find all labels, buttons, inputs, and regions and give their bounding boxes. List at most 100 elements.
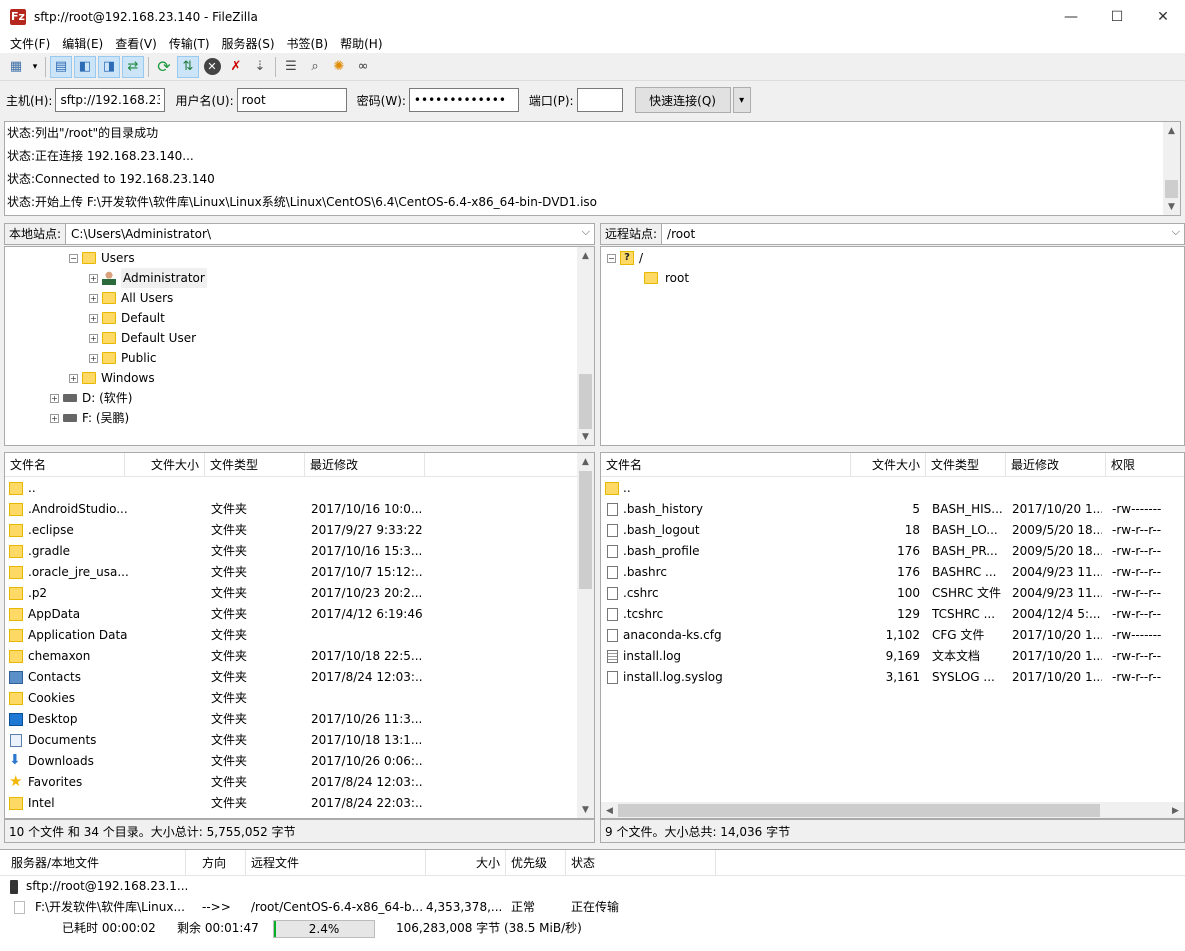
scrollbar-thumb[interactable]: [1165, 180, 1178, 198]
column-header-permissions[interactable]: 权限: [1106, 453, 1184, 477]
column-header-modified[interactable]: 最近修改: [305, 453, 425, 477]
column-header-type[interactable]: 文件类型: [205, 453, 305, 477]
search-icon[interactable]: ∞: [352, 56, 374, 78]
tree-node[interactable]: + All Users: [89, 288, 173, 308]
column-header-status[interactable]: 状态: [566, 850, 716, 876]
file-row[interactable]: ..: [601, 478, 1184, 499]
cancel-icon[interactable]: ✕: [201, 56, 223, 78]
menu-transfer[interactable]: 传输(T): [163, 35, 216, 52]
expand-icon[interactable]: +: [89, 333, 98, 343]
file-row[interactable]: Cookies 文件夹: [5, 688, 594, 709]
column-header-size[interactable]: 文件大小: [125, 453, 205, 477]
reconnect-icon[interactable]: ⇣: [249, 56, 271, 78]
file-row[interactable]: .bashrc 176 BASHRC ... 2004/9/23 11... -rw-r…: [601, 562, 1184, 583]
menu-file[interactable]: 文件(F): [4, 35, 56, 52]
menu-server[interactable]: 服务器(S): [216, 35, 281, 52]
scroll-left-icon[interactable]: ◀: [601, 802, 618, 818]
file-row[interactable]: .eclipse 文件夹 2017/9/27 9:33:22: [5, 520, 594, 541]
column-header-priority[interactable]: 优先级: [506, 850, 566, 876]
log-scrollbar[interactable]: ▲ ▼: [1163, 122, 1180, 215]
site-manager-icon[interactable]: ▦: [5, 56, 27, 78]
scroll-up-icon[interactable]: ▲: [577, 247, 594, 264]
menu-edit[interactable]: 编辑(E): [56, 35, 109, 52]
scroll-down-icon[interactable]: ▼: [577, 428, 594, 445]
scroll-right-icon[interactable]: ▶: [1167, 802, 1184, 818]
toggle-queue-icon[interactable]: ⇄: [122, 55, 144, 78]
file-row[interactable]: .bash_logout 18 BASH_LO... 2009/5/20 18... -…: [601, 520, 1184, 541]
scrollbar-thumb[interactable]: [579, 471, 592, 589]
port-input[interactable]: [576, 88, 623, 112]
expand-icon[interactable]: +: [89, 273, 98, 283]
file-row[interactable]: .cshrc 100 CSHRC 文件 2004/9/23 11... -rw-r--r…: [601, 583, 1184, 604]
file-row[interactable]: .p2 文件夹 2017/10/23 20:2...: [5, 583, 594, 604]
queue-server-row[interactable]: sftp://root@192.168.23.1...: [10, 876, 188, 897]
queue-file-row[interactable]: F:\开发软件\软件库\Linux... -->> /root/CentOS-6…: [0, 897, 1185, 918]
column-header-direction[interactable]: 方向: [186, 850, 246, 876]
host-input[interactable]: [55, 88, 166, 112]
password-input[interactable]: [408, 88, 519, 112]
collapse-icon[interactable]: −: [69, 253, 78, 263]
menu-help[interactable]: 帮助(H): [334, 35, 388, 52]
column-header-modified[interactable]: 最近修改: [1006, 453, 1106, 477]
file-row[interactable]: .bash_profile 176 BASH_PR... 2009/5/20 18..…: [601, 541, 1184, 562]
file-row[interactable]: Contacts 文件夹 2017/8/24 12:03:...: [5, 667, 594, 688]
file-row[interactable]: Application Data 文件夹: [5, 625, 594, 646]
chevron-down-icon[interactable]: ⌵: [1172, 225, 1180, 239]
chevron-down-icon[interactable]: ⌵: [582, 225, 590, 239]
column-header-name[interactable]: 文件名: [5, 453, 125, 477]
file-row[interactable]: anaconda-ks.cfg 1,102 CFG 文件 2017/10/20 1..…: [601, 625, 1184, 646]
minimize-button[interactable]: —: [1048, 0, 1094, 33]
column-header-name[interactable]: 文件名: [601, 453, 851, 477]
expand-icon[interactable]: +: [50, 393, 59, 403]
tree-node[interactable]: + Public: [89, 348, 157, 368]
maximize-button[interactable]: ☐: [1094, 0, 1140, 33]
dropdown-arrow-icon[interactable]: ▾: [29, 56, 41, 78]
column-header-type[interactable]: 文件类型: [926, 453, 1006, 477]
tree-node[interactable]: + Default: [89, 308, 165, 328]
file-row[interactable]: .oracle_jre_usa... 文件夹 2017/10/7 15:12:...: [5, 562, 594, 583]
menu-view[interactable]: 查看(V): [109, 35, 163, 52]
collapse-icon[interactable]: −: [607, 253, 616, 263]
local-list-scrollbar[interactable]: ▲ ▼: [577, 453, 594, 818]
scrollbar-thumb[interactable]: [618, 804, 1100, 817]
process-queue-icon[interactable]: ⇅: [177, 55, 199, 78]
scrollbar-thumb[interactable]: [579, 374, 592, 429]
tree-node[interactable]: + Default User: [89, 328, 196, 348]
file-row[interactable]: Intel 文件夹 2017/8/24 22:03:...: [5, 793, 594, 814]
expand-icon[interactable]: +: [89, 353, 98, 363]
expand-icon[interactable]: +: [69, 373, 78, 383]
file-row[interactable]: install.log.syslog 3,161 SYSLOG ... 2017/10…: [601, 667, 1184, 688]
tree-node[interactable]: + D: (软件): [50, 388, 132, 408]
refresh-icon[interactable]: ⟳: [153, 56, 175, 78]
toggle-remote-tree-icon[interactable]: ◨: [98, 55, 120, 78]
sync-browse-icon[interactable]: ✺: [328, 56, 350, 78]
scroll-down-icon[interactable]: ▼: [1163, 198, 1180, 215]
file-row[interactable]: .AndroidStudio... 文件夹 2017/10/16 10:0...: [5, 499, 594, 520]
close-button[interactable]: ✕: [1140, 0, 1185, 33]
local-tree-scrollbar[interactable]: ▲ ▼: [577, 247, 594, 445]
column-header-size[interactable]: 大小: [426, 850, 506, 876]
expand-icon[interactable]: +: [50, 413, 59, 423]
column-header-server[interactable]: 服务器/本地文件: [6, 850, 186, 876]
file-row[interactable]: .tcshrc 129 TCSHRC ... 2004/12/4 5:... -rw-r…: [601, 604, 1184, 625]
column-header-size[interactable]: 文件大小: [851, 453, 926, 477]
username-input[interactable]: [236, 88, 347, 112]
scroll-down-icon[interactable]: ▼: [577, 801, 594, 818]
file-row[interactable]: Documents 文件夹 2017/10/18 13:1...: [5, 730, 594, 751]
scroll-up-icon[interactable]: ▲: [1163, 122, 1180, 139]
expand-icon[interactable]: +: [89, 293, 98, 303]
file-row[interactable]: .bash_history 5 BASH_HIS... 2017/10/20 1...…: [601, 499, 1184, 520]
file-row[interactable]: .gradle 文件夹 2017/10/16 15:3...: [5, 541, 594, 562]
quickconnect-button[interactable]: 快速连接(Q): [634, 87, 731, 113]
compare-icon[interactable]: ⌕: [304, 56, 326, 78]
file-row[interactable]: Desktop 文件夹 2017/10/26 11:3...: [5, 709, 594, 730]
tree-node[interactable]: + F: (吴鹏): [50, 408, 129, 428]
scroll-up-icon[interactable]: ▲: [577, 453, 594, 470]
toggle-local-tree-icon[interactable]: ◧: [74, 55, 96, 78]
local-path-input[interactable]: C:\Users\Administrator\: [66, 224, 594, 244]
remote-list-hscrollbar[interactable]: ◀ ▶: [601, 802, 1184, 818]
file-row[interactable]: AppData 文件夹 2017/4/12 6:19:46: [5, 604, 594, 625]
tree-node[interactable]: − Users: [69, 248, 135, 268]
tree-node[interactable]: −? /: [607, 248, 643, 268]
column-header-remote-file[interactable]: 远程文件: [246, 850, 426, 876]
